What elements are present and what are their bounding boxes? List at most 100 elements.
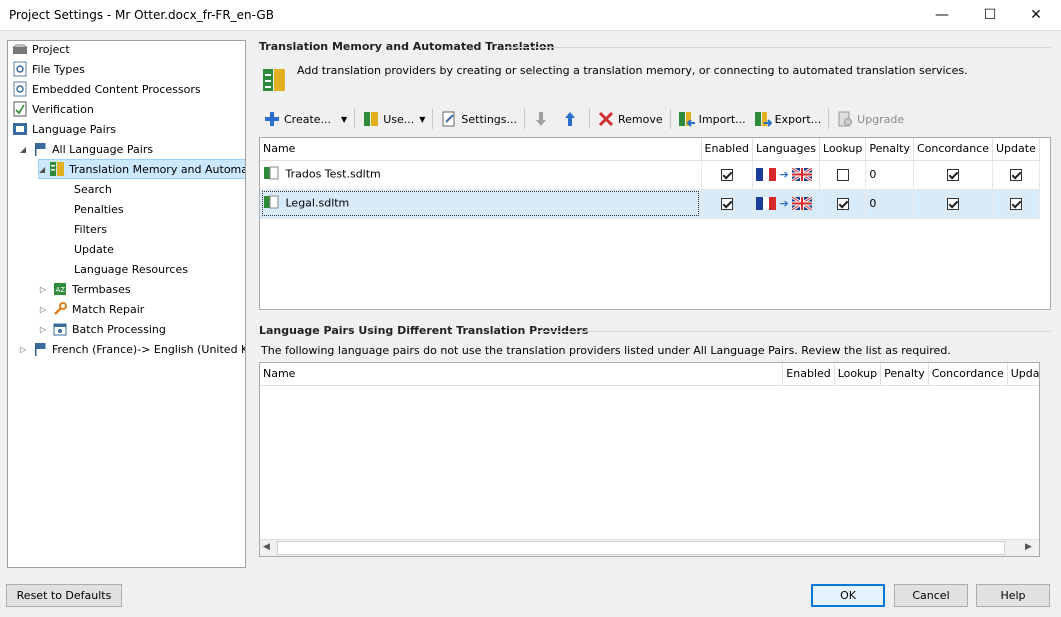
tree-item-all-language-pairs[interactable]: ◢ All Language Pairs (18, 139, 153, 159)
column-header-enabled[interactable]: Enabled (701, 138, 753, 161)
column-header-lookup[interactable]: Lookup (834, 363, 882, 386)
close-button[interactable]: ✕ (1013, 0, 1059, 30)
reset-to-defaults-button[interactable]: Reset to Defaults (6, 584, 122, 607)
enabled-checkbox[interactable] (720, 169, 733, 181)
tree-item-fr-en-pair[interactable]: ▷ French (France)-> English (United Kin (18, 339, 246, 359)
tree-item-file-types[interactable]: File Types (12, 59, 85, 79)
tm-table[interactable]: Name Enabled Languages Lookup Penalty Co… (259, 137, 1051, 310)
column-header-update[interactable]: Upda (1007, 363, 1039, 386)
table-row[interactable]: Trados Test.sdltm ➔ 0 (260, 160, 1040, 190)
column-header-concordance[interactable]: Concordance (928, 363, 1008, 386)
export-button[interactable]: Export... (750, 107, 826, 131)
tree-item-label: Update (74, 242, 114, 256)
tree-item-label: Verification (32, 102, 94, 116)
dropdown-arrow-icon[interactable]: ▼ (419, 115, 425, 124)
toolbar-separator (589, 109, 591, 129)
tree-item-language-resources[interactable]: Language Resources (74, 259, 188, 279)
verification-icon (12, 101, 28, 117)
column-header-name[interactable]: Name (260, 138, 702, 161)
horizontal-scrollbar[interactable]: ◀ ▶ (260, 539, 1039, 556)
remove-x-icon (597, 110, 615, 128)
upgrade-button[interactable]: Upgrade (832, 107, 908, 131)
tm-icon (362, 110, 380, 128)
settings-tree[interactable]: Project File Types Embedded Content Proc… (7, 40, 246, 568)
upgrade-icon (836, 110, 854, 128)
arrow-right-icon: ➔ (779, 196, 789, 210)
help-button[interactable]: Help (976, 584, 1050, 607)
lp-table[interactable]: Name Enabled Lookup Penalty Concordance … (259, 362, 1040, 557)
column-header-languages[interactable]: Languages (752, 138, 821, 161)
update-checkbox[interactable] (1010, 198, 1022, 210)
scroll-right-icon[interactable]: ▶ (1025, 542, 1032, 552)
move-down-button[interactable] (528, 107, 557, 131)
expand-icon[interactable]: ▷ (38, 325, 48, 334)
table-row[interactable]: Legal.sdltm ➔ 0 (260, 189, 1040, 219)
tree-item-label: Language Resources (74, 262, 188, 276)
column-header-lookup[interactable]: Lookup (819, 138, 867, 161)
tree-item-match-repair[interactable]: ▷ Match Repair (38, 299, 144, 319)
lookup-checkbox[interactable] (836, 169, 849, 181)
language-pairs-icon (12, 121, 28, 137)
tree-item-label: Search (74, 182, 112, 196)
ok-button[interactable]: OK (811, 584, 885, 607)
create-button[interactable]: Create... ▼ (259, 107, 351, 131)
collapse-icon[interactable]: ◢ (18, 145, 28, 154)
column-header-enabled[interactable]: Enabled (782, 363, 835, 386)
tm-toolbar: Create... ▼ Use... ▼ Settings... Remove … (259, 105, 908, 133)
update-checkbox[interactable] (1010, 169, 1022, 181)
column-header-name[interactable]: Name (260, 363, 784, 386)
tree-item-language-pairs[interactable]: Language Pairs (12, 119, 116, 139)
import-button[interactable]: Import... (674, 107, 750, 131)
expand-icon[interactable]: ▷ (18, 345, 28, 354)
move-up-button[interactable] (557, 107, 586, 131)
tm-name: Trados Test.sdltm (285, 167, 381, 181)
reset-label: Reset to Defaults (16, 589, 112, 602)
tm-file-icon (263, 194, 279, 213)
tree-item-label: Project (32, 42, 70, 56)
tree-item-label: Embedded Content Processors (32, 82, 201, 96)
collapse-icon[interactable]: ◢ (39, 165, 45, 174)
svg-text:AZ: AZ (56, 286, 66, 294)
minimize-button[interactable]: — (919, 0, 965, 30)
project-icon (12, 41, 28, 57)
settings-button[interactable]: Settings... (436, 107, 521, 131)
tree-item-translation-memory[interactable]: ◢ Translation Memory and Automat (38, 159, 245, 179)
column-header-update[interactable]: Update (992, 138, 1040, 161)
column-header-penalty[interactable]: Penalty (865, 138, 914, 161)
tree-item-batch-processing[interactable]: ▷ Batch Processing (38, 319, 166, 339)
maximize-button[interactable]: ☐ (967, 0, 1013, 30)
tree-item-label: French (France)-> English (United Kin (52, 342, 246, 356)
enabled-checkbox[interactable] (720, 198, 733, 210)
tree-item-project[interactable]: Project (12, 41, 70, 59)
cancel-button[interactable]: Cancel (894, 584, 968, 607)
tree-item-embedded-content[interactable]: Embedded Content Processors (12, 79, 201, 99)
expand-icon[interactable]: ▷ (38, 285, 48, 294)
expand-icon[interactable]: ▷ (38, 305, 48, 314)
scrollbar-thumb[interactable] (277, 541, 1005, 555)
tree-item-penalties[interactable]: Penalties (74, 199, 124, 219)
remove-label: Remove (618, 112, 663, 126)
lookup-checkbox[interactable] (836, 198, 849, 210)
toolbar-separator (524, 109, 526, 129)
use-button[interactable]: Use... ▼ (358, 107, 429, 131)
penalty-value[interactable]: 0 (865, 160, 914, 190)
flag-gb-icon (791, 166, 814, 183)
penalty-value[interactable]: 0 (865, 189, 914, 219)
tree-item-filters[interactable]: Filters (74, 219, 107, 239)
tree-item-search[interactable]: Search (74, 179, 112, 199)
tm-icon (262, 66, 288, 97)
tree-item-update[interactable]: Update (74, 239, 114, 259)
concordance-checkbox[interactable] (947, 198, 959, 210)
import-label: Import... (698, 112, 746, 126)
tree-item-verification[interactable]: Verification (12, 99, 94, 119)
export-label: Export... (774, 112, 822, 126)
flag-icon (32, 141, 48, 157)
dropdown-arrow-icon[interactable]: ▼ (341, 115, 347, 124)
column-header-penalty[interactable]: Penalty (880, 363, 929, 386)
scroll-left-icon[interactable]: ◀ (263, 542, 270, 552)
concordance-checkbox[interactable] (947, 169, 959, 181)
tm-icon (49, 161, 65, 177)
column-header-concordance[interactable]: Concordance (913, 138, 993, 161)
remove-button[interactable]: Remove (593, 107, 667, 131)
tree-item-termbases[interactable]: ▷ AZ Termbases (38, 279, 131, 299)
